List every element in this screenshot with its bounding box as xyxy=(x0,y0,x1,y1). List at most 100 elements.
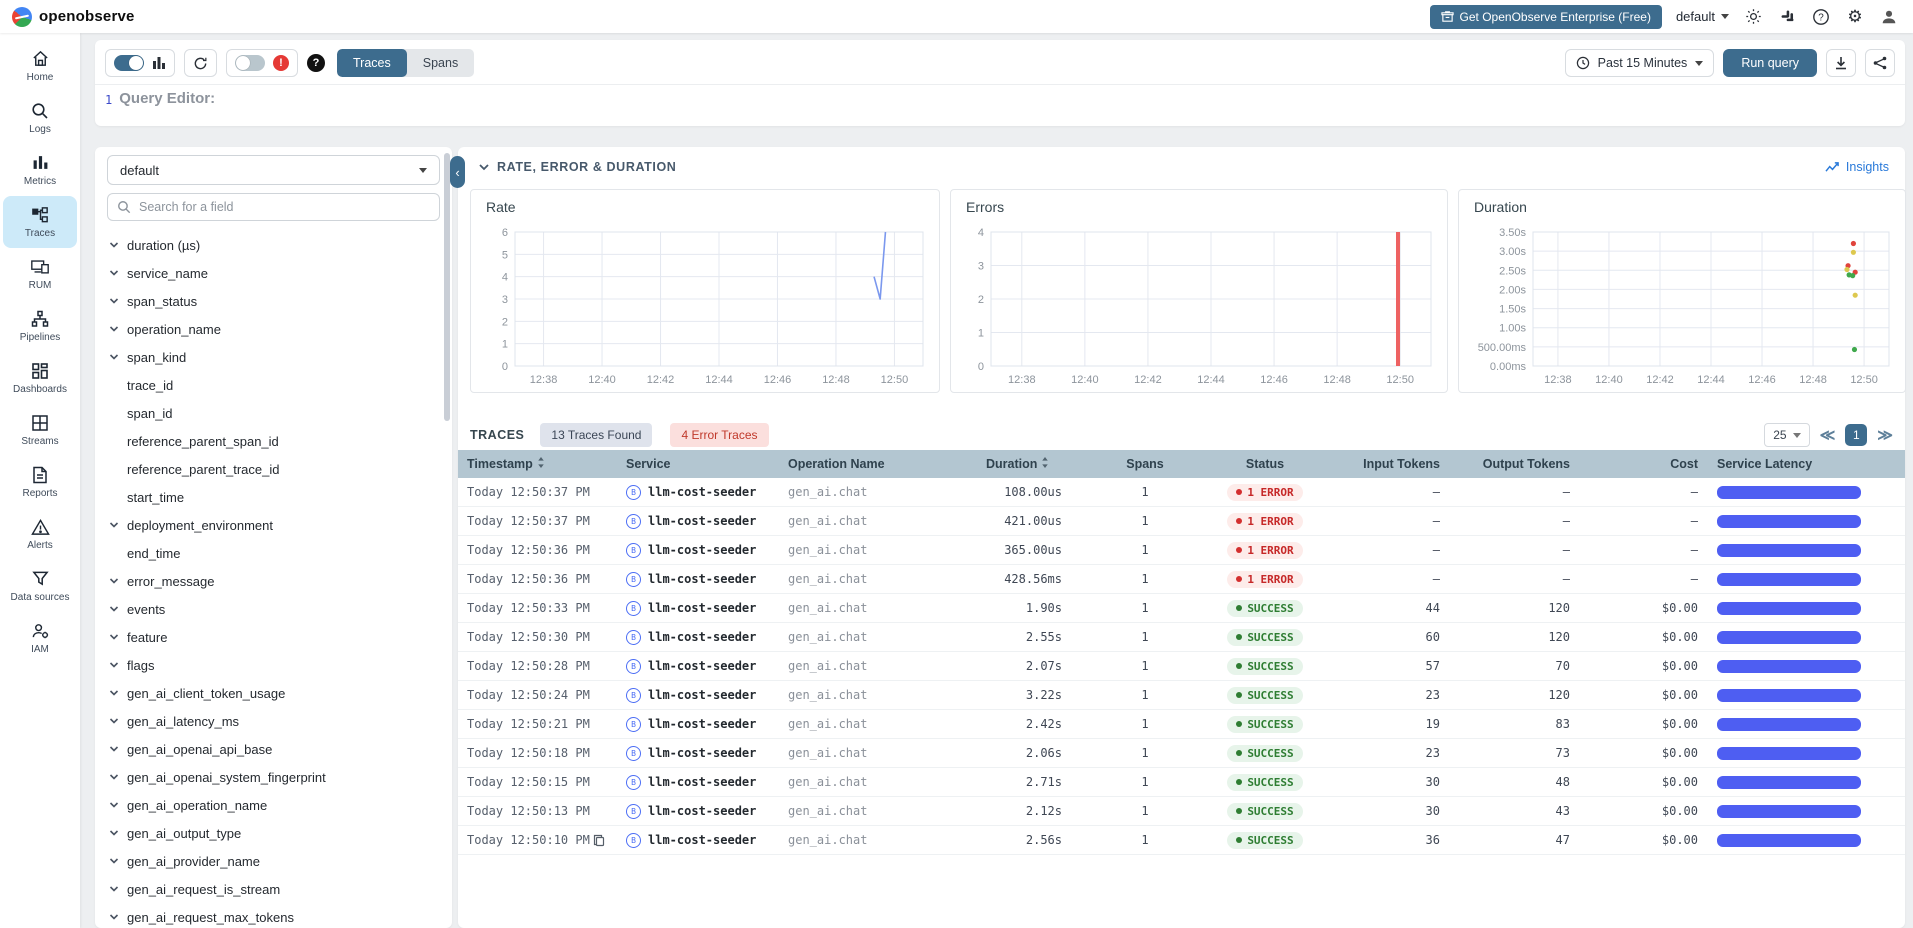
trace-row[interactable]: Today 12:50:37 PMBllm-cost-seedergen_ai.… xyxy=(458,507,1905,536)
field-name: deployment_environment xyxy=(127,518,273,533)
sidebar-item-metrics[interactable]: Metrics xyxy=(3,144,77,196)
field-item-service-name[interactable]: service_name xyxy=(95,259,444,287)
trace-row[interactable]: Today 12:50:24 PMBllm-cost-seedergen_ai.… xyxy=(458,681,1905,710)
theme-toggle-icon[interactable] xyxy=(1743,7,1763,27)
enterprise-button[interactable]: Get OpenObserve Enterprise (Free) xyxy=(1430,5,1662,29)
field-item-gen-ai-provider-name[interactable]: gen_ai_provider_name xyxy=(95,847,444,875)
field-item-feature[interactable]: feature xyxy=(95,623,444,651)
timestamp-cell: Today 12:50:37 PM xyxy=(467,514,626,528)
copy-icon[interactable] xyxy=(593,834,605,847)
last-page-button[interactable]: ≫ xyxy=(1877,426,1893,444)
fields-scrollbar[interactable] xyxy=(444,153,450,421)
org-selector-dropdown[interactable]: default xyxy=(1676,9,1729,24)
trace-row[interactable]: Today 12:50:30 PMBllm-cost-seedergen_ai.… xyxy=(458,623,1905,652)
field-item-gen-ai-openai-system-fingerprint[interactable]: gen_ai_openai_system_fingerprint xyxy=(95,763,444,791)
sidebar-item-reports[interactable]: Reports xyxy=(3,456,77,508)
sidebar-item-traces[interactable]: Traces xyxy=(3,196,77,248)
column-header-operation-name[interactable]: Operation Name xyxy=(788,457,986,471)
field-item-reference-parent-trace-id[interactable]: reference_parent_trace_id xyxy=(95,455,444,483)
share-button[interactable] xyxy=(1865,49,1895,77)
column-header-duration[interactable]: Duration xyxy=(986,457,1090,471)
trace-row[interactable]: Today 12:50:37 PMBllm-cost-seedergen_ai.… xyxy=(458,478,1905,507)
community-slack-icon[interactable] xyxy=(1777,7,1797,27)
stream-selector-dropdown[interactable]: default xyxy=(107,155,440,185)
insights-link[interactable]: Insights xyxy=(1825,160,1889,174)
collapse-fields-button[interactable]: ‹ xyxy=(450,156,465,188)
service-cell: Bllm-cost-seeder xyxy=(626,630,788,645)
sidebar-item-home[interactable]: Home xyxy=(3,40,77,92)
column-header-timestamp[interactable]: Timestamp xyxy=(467,457,626,471)
sidebar-item-logs[interactable]: Logs xyxy=(3,92,77,144)
field-item-gen-ai-operation-name[interactable]: gen_ai_operation_name xyxy=(95,791,444,819)
field-item-gen-ai-openai-api-base[interactable]: gen_ai_openai_api_base xyxy=(95,735,444,763)
trace-row[interactable]: Today 12:50:15 PMBllm-cost-seedergen_ai.… xyxy=(458,768,1905,797)
service-latency-cell xyxy=(1706,544,1905,557)
sidebar-item-rum[interactable]: RUM xyxy=(3,248,77,300)
field-item-gen-ai-request-max-tokens[interactable]: gen_ai_request_max_tokens xyxy=(95,903,444,928)
tab-traces[interactable]: Traces xyxy=(337,49,407,77)
field-search-input[interactable] xyxy=(139,200,399,214)
sidebar-item-streams[interactable]: Streams xyxy=(3,404,77,456)
trace-row[interactable]: Today 12:50:21 PMBllm-cost-seedergen_ai.… xyxy=(458,710,1905,739)
help-icon[interactable]: ? xyxy=(1811,7,1831,27)
sidebar-item-data-sources[interactable]: Data sources xyxy=(3,560,77,612)
sidebar-item-dashboards[interactable]: Dashboards xyxy=(3,352,77,404)
column-header-cost[interactable]: Cost xyxy=(1580,457,1706,471)
field-item-reference-parent-span-id[interactable]: reference_parent_span_id xyxy=(95,427,444,455)
column-header-status[interactable]: Status xyxy=(1200,457,1330,471)
field-item-span-status[interactable]: span_status xyxy=(95,287,444,315)
input-tokens-cell: – xyxy=(1330,485,1450,499)
field-item-deployment-environment[interactable]: deployment_environment xyxy=(95,511,444,539)
refresh-button[interactable] xyxy=(184,49,217,77)
field-item-gen-ai-client-token-usage[interactable]: gen_ai_client_token_usage xyxy=(95,679,444,707)
input-tokens-cell: 19 xyxy=(1330,717,1450,731)
user-profile-icon[interactable] xyxy=(1879,7,1899,27)
sidebar-item-iam[interactable]: IAM xyxy=(3,612,77,664)
tab-spans[interactable]: Spans xyxy=(407,49,474,77)
histogram-toggle-group[interactable] xyxy=(105,49,175,77)
field-item-error-message[interactable]: error_message xyxy=(95,567,444,595)
column-header-service[interactable]: Service xyxy=(626,457,788,471)
download-button[interactable] xyxy=(1826,49,1856,77)
settings-gear-icon[interactable]: ⚙ xyxy=(1845,7,1865,27)
field-item-start-time[interactable]: start_time xyxy=(95,483,444,511)
time-range-dropdown[interactable]: Past 15 Minutes xyxy=(1565,49,1715,77)
run-query-button[interactable]: Run query xyxy=(1723,49,1817,77)
sidebar-item-pipelines[interactable]: Pipelines xyxy=(3,300,77,352)
errors-only-toggle[interactable] xyxy=(235,55,265,71)
field-item-trace-id[interactable]: trace_id xyxy=(95,371,444,399)
page-number-button[interactable]: 1 xyxy=(1845,424,1867,446)
query-help-icon[interactable]: ? xyxy=(307,54,325,72)
trace-row[interactable]: Today 12:50:18 PMBllm-cost-seedergen_ai.… xyxy=(458,739,1905,768)
field-name: flags xyxy=(127,658,154,673)
field-item-end-time[interactable]: end_time xyxy=(95,539,444,567)
column-header-input-tokens[interactable]: Input Tokens xyxy=(1330,457,1450,471)
page-size-dropdown[interactable]: 25 xyxy=(1764,423,1809,447)
trace-row[interactable]: Today 12:50:36 PMBllm-cost-seedergen_ai.… xyxy=(458,536,1905,565)
field-name: duration (µs) xyxy=(127,238,200,253)
field-item-gen-ai-output-type[interactable]: gen_ai_output_type xyxy=(95,819,444,847)
first-page-button[interactable]: ≪ xyxy=(1820,426,1836,444)
query-editor[interactable]: 1 Query Editor: xyxy=(95,84,1905,114)
chevron-down-icon[interactable] xyxy=(478,161,490,173)
field-item-duration-s-[interactable]: duration (µs) xyxy=(95,231,444,259)
trace-row[interactable]: Today 12:50:13 PMBllm-cost-seedergen_ai.… xyxy=(458,797,1905,826)
field-item-events[interactable]: events xyxy=(95,595,444,623)
trace-row[interactable]: Today 12:50:33 PMBllm-cost-seedergen_ai.… xyxy=(458,594,1905,623)
field-item-gen-ai-request-is-stream[interactable]: gen_ai_request_is_stream xyxy=(95,875,444,903)
field-item-span-id[interactable]: span_id xyxy=(95,399,444,427)
error-traces-badge[interactable]: 4 Error Traces xyxy=(670,423,768,447)
error-filter-group[interactable]: ! xyxy=(226,49,298,77)
trace-row[interactable]: Today 12:50:36 PMBllm-cost-seedergen_ai.… xyxy=(458,565,1905,594)
column-header-spans[interactable]: Spans xyxy=(1090,457,1200,471)
field-item-span-kind[interactable]: span_kind xyxy=(95,343,444,371)
trace-row[interactable]: Today 12:50:10 PMBllm-cost-seedergen_ai.… xyxy=(458,826,1905,855)
field-item-gen-ai-latency-ms[interactable]: gen_ai_latency_ms xyxy=(95,707,444,735)
histogram-toggle[interactable] xyxy=(114,55,144,71)
field-item-operation-name[interactable]: operation_name xyxy=(95,315,444,343)
trace-row[interactable]: Today 12:50:28 PMBllm-cost-seedergen_ai.… xyxy=(458,652,1905,681)
field-item-flags[interactable]: flags xyxy=(95,651,444,679)
sidebar-item-alerts[interactable]: Alerts xyxy=(3,508,77,560)
column-header-service-latency[interactable]: Service Latency xyxy=(1706,457,1905,471)
column-header-output-tokens[interactable]: Output Tokens xyxy=(1450,457,1580,471)
